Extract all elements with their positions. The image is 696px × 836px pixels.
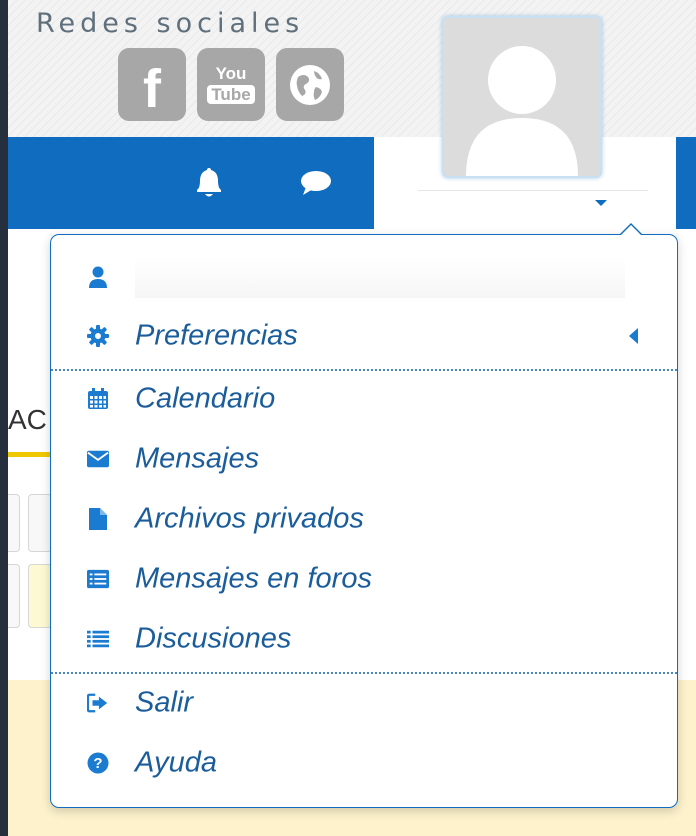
menu-item-mensajes[interactable]: Mensajes <box>51 431 677 487</box>
calendar-icon <box>87 388 109 410</box>
menu-item-label: Archivos privados <box>135 502 364 535</box>
background-box <box>28 564 52 628</box>
divider <box>418 190 648 191</box>
website-button[interactable] <box>276 48 344 121</box>
menu-item-discusiones[interactable]: Discusiones <box>51 611 677 667</box>
menu-item-mensajes-en-foros[interactable]: Mensajes en foros <box>51 551 677 607</box>
gear-icon <box>87 325 109 347</box>
question-circle-icon: ? <box>87 752 109 774</box>
youtube-logo-bottom: Tube <box>207 85 255 104</box>
avatar[interactable] <box>442 16 602 178</box>
chat-icon[interactable] <box>300 170 332 196</box>
menu-item-label: Salir <box>135 686 194 719</box>
background-box <box>8 564 20 628</box>
user-silhouette-icon <box>466 46 578 176</box>
caret-left-icon <box>629 328 638 344</box>
user-icon <box>87 266 109 288</box>
envelope-icon <box>87 448 109 470</box>
file-icon <box>87 508 109 530</box>
page: Redes sociales f You Tube AC Preferencia… <box>8 0 696 836</box>
list-alt-icon <box>87 568 109 590</box>
social-title: Redes sociales <box>36 8 305 39</box>
menu-item-label: Mensajes <box>135 442 260 475</box>
menu-divider <box>51 672 677 674</box>
background-heading: AC <box>8 404 47 435</box>
menu-item-label: Ayuda <box>135 746 217 779</box>
menu-item-calendario[interactable]: Calendario <box>51 371 677 427</box>
menu-arrow-inner <box>620 225 642 236</box>
menu-item-label: Calendario <box>135 382 276 415</box>
menu-item-label: Discusiones <box>135 622 292 655</box>
menu-item-salir[interactable]: Salir <box>51 675 677 731</box>
youtube-icon: You Tube <box>207 64 255 104</box>
background-box <box>8 494 20 552</box>
svg-text:?: ? <box>93 755 102 772</box>
facebook-button[interactable]: f <box>118 48 186 121</box>
menu-item-label: Preferencias <box>135 319 298 352</box>
user-menu-toggle[interactable] <box>595 200 607 206</box>
menu-item-preferencias[interactable]: Preferencias <box>51 308 677 364</box>
menu-item-label: Mensajes en foros <box>135 562 372 595</box>
globe-icon <box>290 64 330 105</box>
menu-item-ayuda[interactable]: ? Ayuda <box>51 735 677 791</box>
bell-icon[interactable] <box>196 167 222 197</box>
menu-item-profile[interactable] <box>51 249 677 305</box>
menu-item-archivos-privados[interactable]: Archivos privados <box>51 491 677 547</box>
list-icon <box>87 628 109 650</box>
user-menu: Preferencias Calendario Mensajes Archivo… <box>50 223 678 808</box>
navbar-right <box>676 137 696 229</box>
youtube-logo-top: You <box>215 64 247 83</box>
sign-out-icon <box>87 692 109 714</box>
background-box <box>28 494 52 552</box>
user-name-field <box>135 256 625 298</box>
navbar <box>8 137 374 229</box>
facebook-icon: f <box>143 58 161 119</box>
youtube-button[interactable]: You Tube <box>197 48 265 121</box>
